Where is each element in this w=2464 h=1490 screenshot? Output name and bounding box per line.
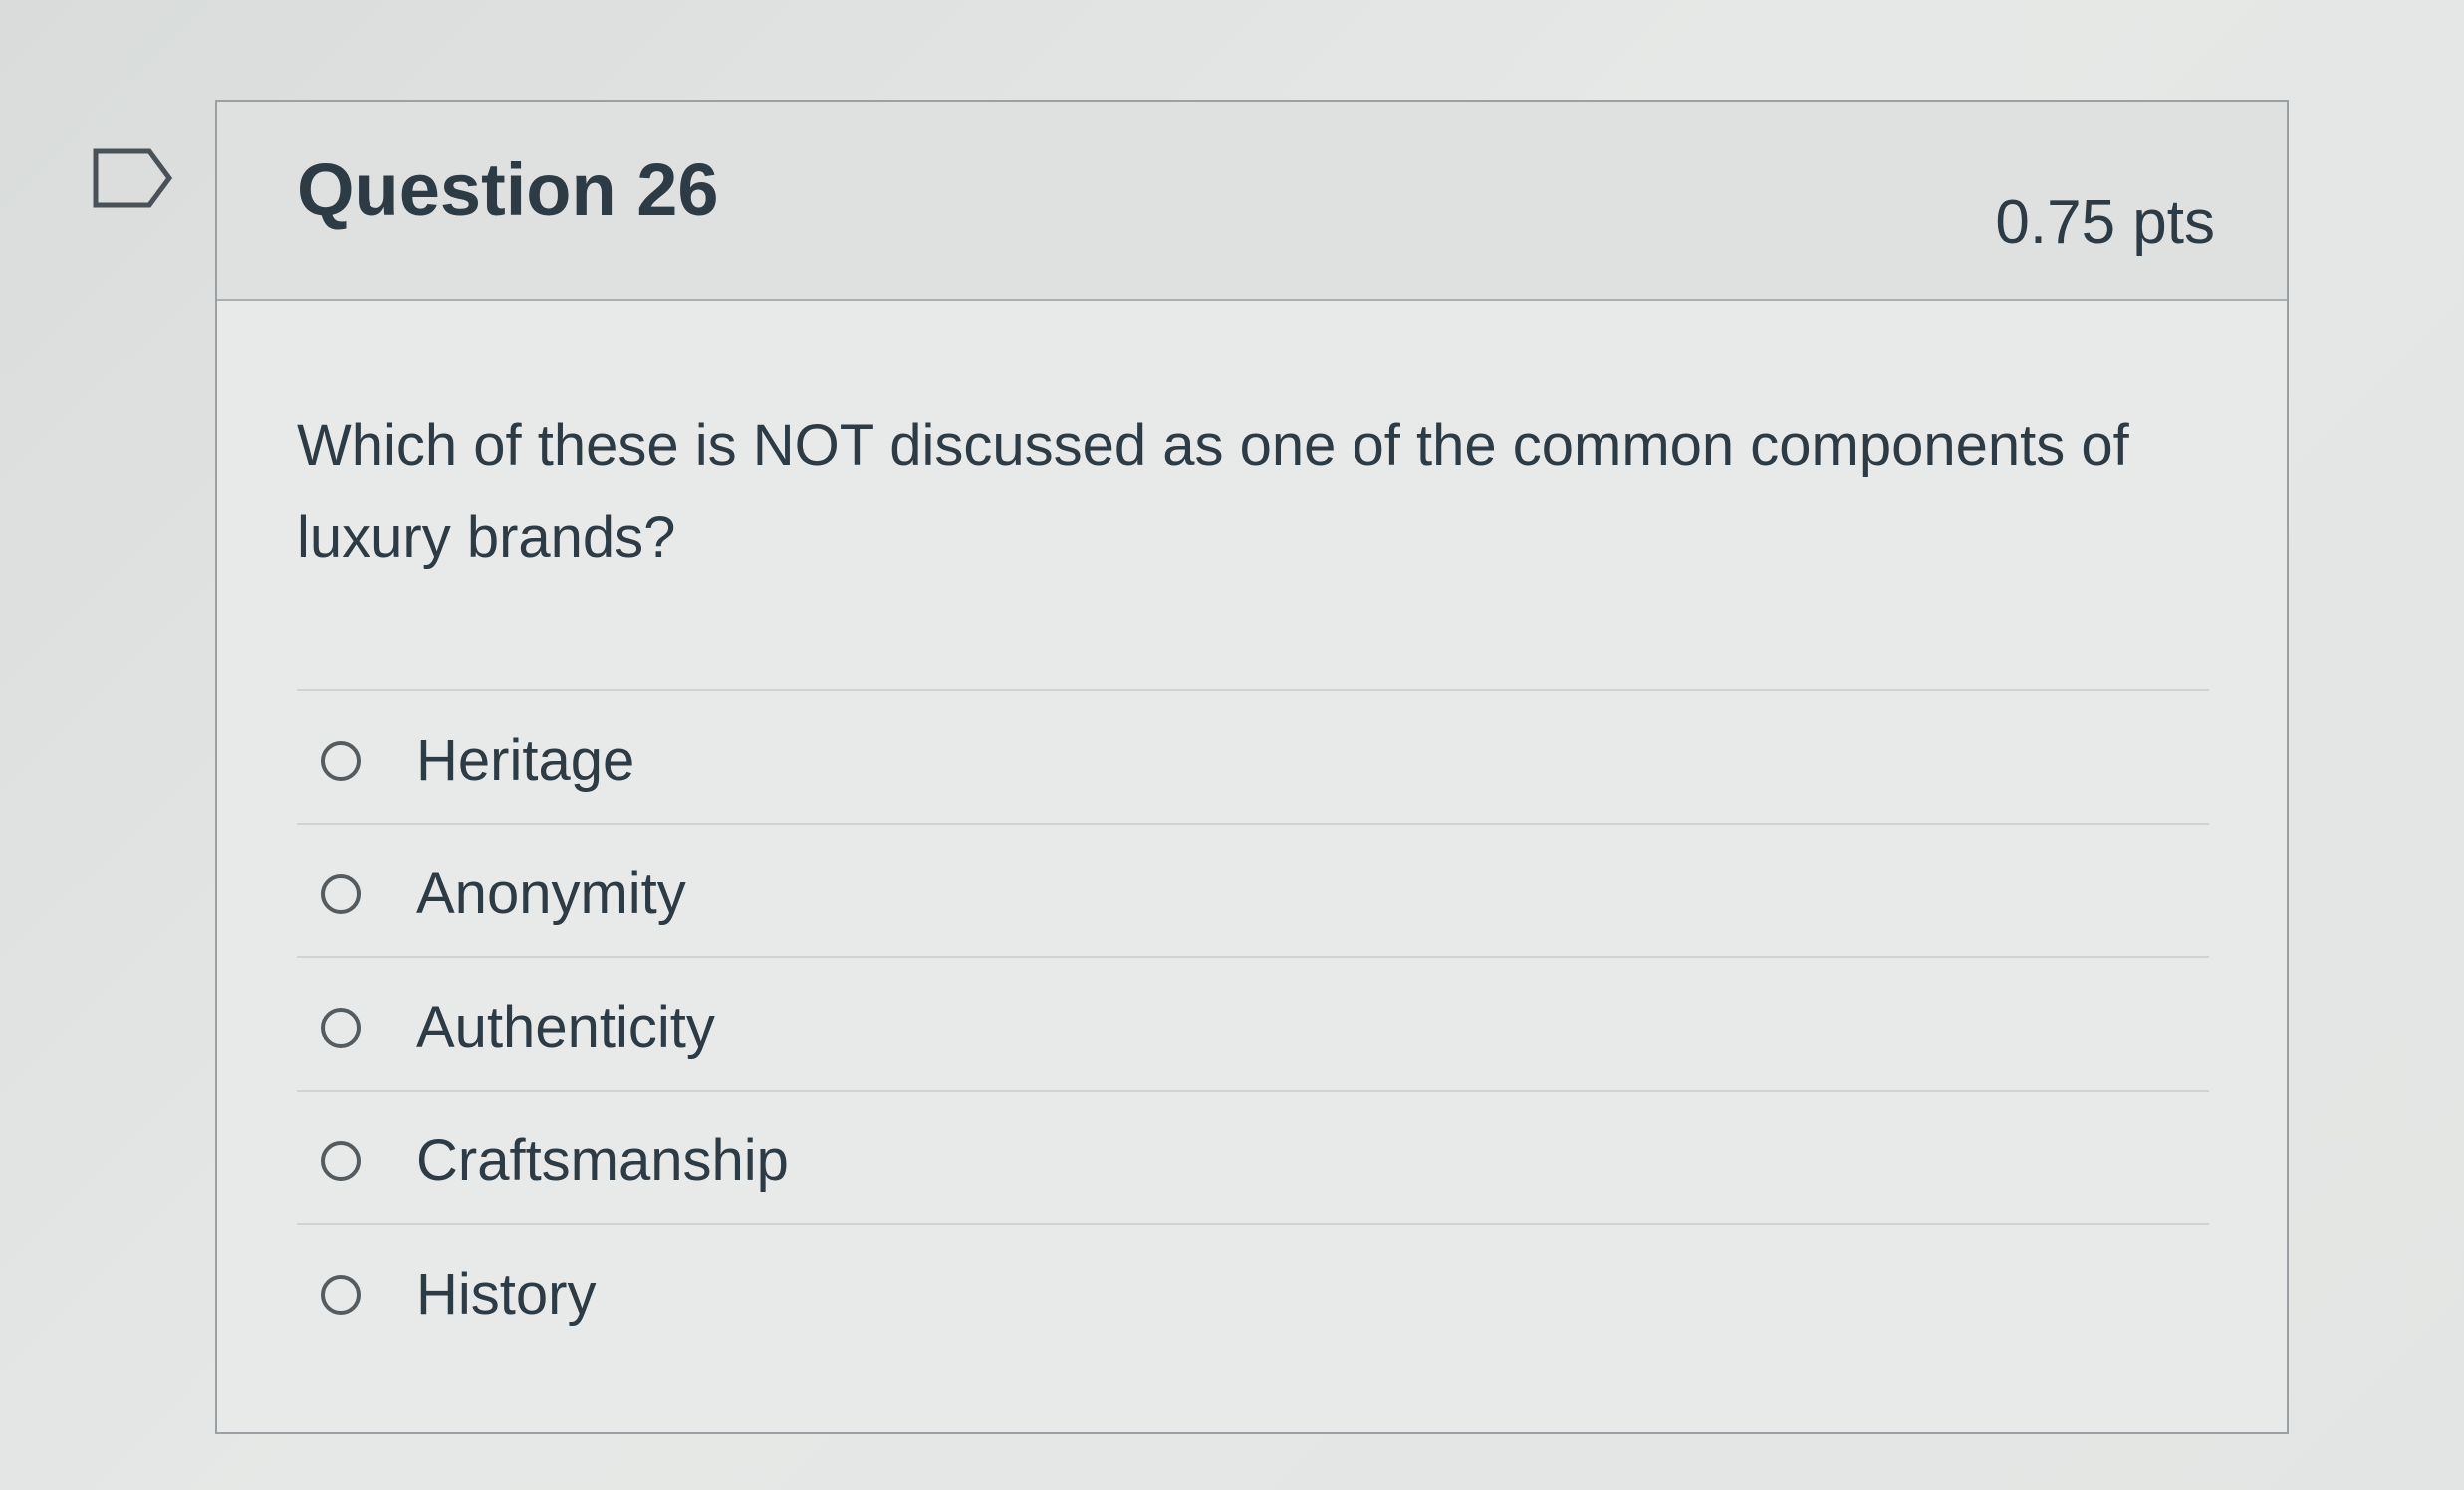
question-points: 0.75 pts [1995, 188, 2215, 257]
answer-list: Heritage Anonymity Authenticity Craftsma… [297, 689, 2209, 1357]
answer-label[interactable]: History [416, 1261, 596, 1328]
answer-option[interactable]: Craftsmanship [297, 1090, 2209, 1223]
answer-option[interactable]: History [297, 1223, 2209, 1357]
flag-question-icon[interactable] [92, 147, 173, 209]
answer-label[interactable]: Heritage [416, 727, 634, 794]
answer-option[interactable]: Heritage [297, 689, 2209, 823]
question-text: Which of these is NOT discussed as one o… [297, 413, 2129, 570]
answer-label[interactable]: Authenticity [416, 994, 715, 1061]
answer-option[interactable]: Anonymity [297, 823, 2209, 956]
question-card: Question 26 0.75 pts Which of these is N… [215, 100, 2289, 1434]
question-header: Question 26 0.75 pts [217, 102, 2287, 301]
answer-option[interactable]: Authenticity [297, 956, 2209, 1090]
radio-button[interactable] [321, 741, 361, 781]
radio-button[interactable] [321, 874, 361, 914]
radio-button[interactable] [321, 1008, 361, 1048]
answer-label[interactable]: Anonymity [416, 861, 686, 927]
answer-label[interactable]: Craftsmanship [416, 1127, 789, 1194]
radio-button[interactable] [321, 1141, 361, 1181]
question-title: Question 26 [297, 148, 719, 231]
radio-button[interactable] [321, 1275, 361, 1315]
